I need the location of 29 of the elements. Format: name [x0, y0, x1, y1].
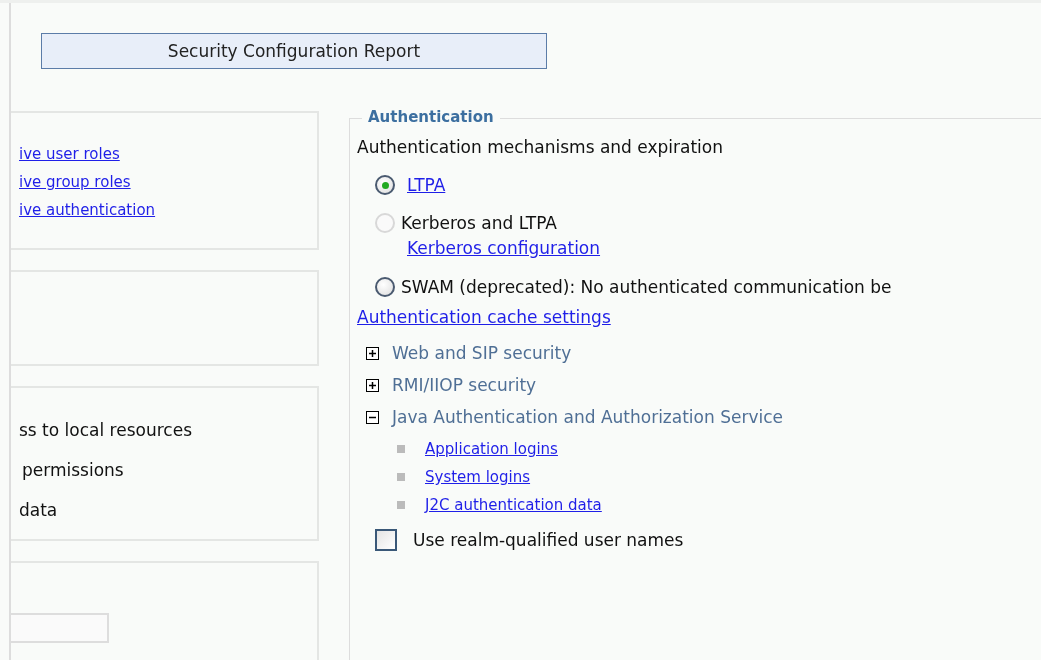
option-link[interactable]: LTPA	[407, 171, 446, 199]
bullet-icon	[397, 445, 405, 453]
collapse-icon[interactable]	[366, 410, 379, 424]
link[interactable]: ive authentication	[19, 196, 156, 224]
link[interactable]: ive user roles	[19, 140, 120, 168]
section-title[interactable]: RMI/IIOP security	[392, 375, 537, 395]
section-heading: Authentication mechanisms and expiration	[357, 137, 724, 157]
input-field[interactable]	[11, 613, 109, 643]
bullet-icon	[397, 473, 405, 481]
option-label: data	[18, 499, 58, 522]
expand-icon[interactable]	[366, 378, 379, 392]
option-label: SWAM (deprecated): No authenticated communication be	[401, 277, 892, 297]
section-title[interactable]: Web and SIP security	[392, 343, 572, 363]
radio-button[interactable]	[375, 277, 395, 297]
link[interactable]: Application logins	[425, 435, 558, 463]
bullet-icon	[397, 501, 405, 509]
link[interactable]: ive group roles	[19, 168, 131, 196]
link[interactable]: System logins	[425, 463, 531, 491]
checkbox-label: Use realm-qualified user names	[413, 530, 684, 550]
checkbox[interactable]	[375, 529, 397, 551]
cache-settings-link[interactable]: Authentication cache settings	[357, 303, 611, 331]
option-label: permissions	[21, 459, 124, 482]
radio-button[interactable]	[375, 175, 395, 195]
option-label: ss to local resources	[18, 419, 192, 442]
report-button[interactable]: Security Configuration Report	[41, 33, 547, 69]
link[interactable]: J2C authentication data	[425, 491, 602, 519]
option-label: Kerberos and LTPA	[401, 213, 557, 233]
expand-icon[interactable]	[366, 346, 379, 360]
section-title[interactable]: Java Authentication and Authorization Service	[392, 407, 783, 427]
